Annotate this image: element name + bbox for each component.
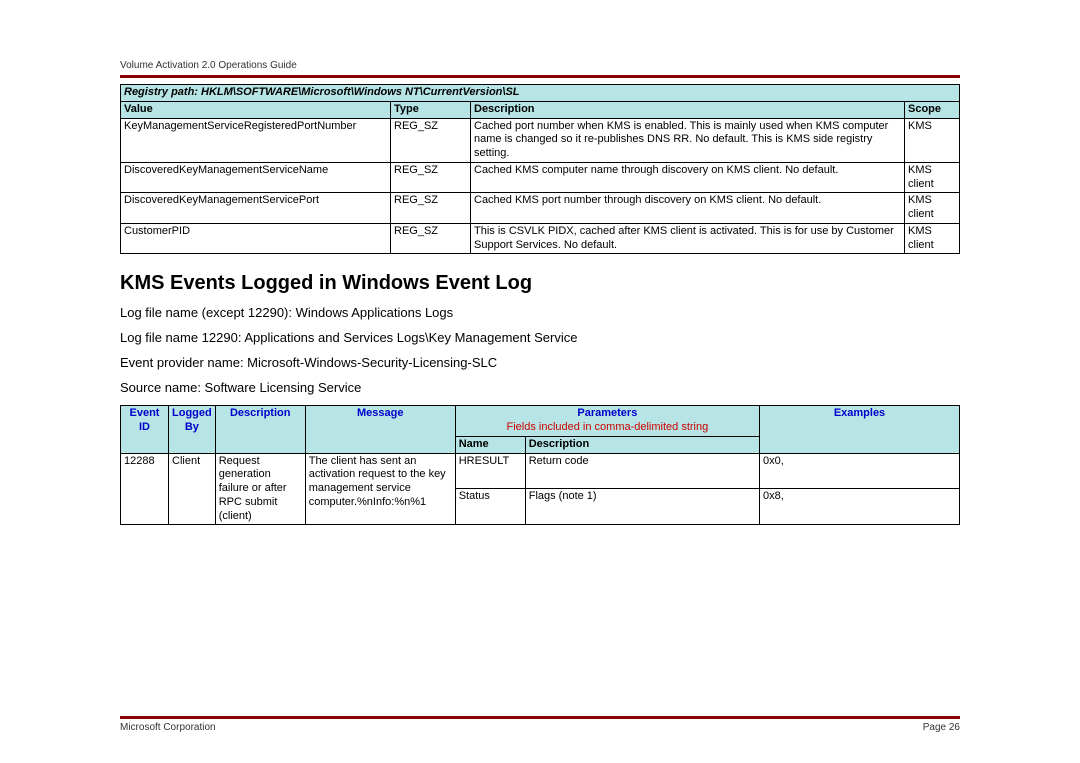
cell: KMS client <box>905 223 960 254</box>
cell: DiscoveredKeyManagementServicePort <box>121 193 391 224</box>
table-row: CustomerPID REG_SZ This is CSVLK PIDX, c… <box>121 223 960 254</box>
evt-col-pname: Name <box>455 436 525 453</box>
cell: KMS <box>905 118 960 162</box>
cell: 0x0, <box>760 453 960 489</box>
evt-col-msg: Message <box>305 406 455 453</box>
paragraph: Source name: Software Licensing Service <box>120 380 960 395</box>
evt-col-id: Event ID <box>121 406 169 453</box>
reg-col-desc: Description <box>471 101 905 118</box>
cell: HRESULT <box>455 453 525 489</box>
cell: REG_SZ <box>391 193 471 224</box>
footer-right: Page 26 <box>923 722 960 733</box>
params-sublabel: Fields included in comma-delimited strin… <box>506 421 708 433</box>
table-row: KeyManagementServiceRegisteredPortNumber… <box>121 118 960 162</box>
cell: KeyManagementServiceRegisteredPortNumber <box>121 118 391 162</box>
cell: KMS client <box>905 193 960 224</box>
evt-col-pdesc: Description <box>525 436 759 453</box>
reg-col-type: Type <box>391 101 471 118</box>
paragraph: Log file name (except 12290): Windows Ap… <box>120 305 960 320</box>
table-row: DiscoveredKeyManagementServiceName REG_S… <box>121 162 960 193</box>
cell: This is CSVLK PIDX, cached after KMS cli… <box>471 223 905 254</box>
cell: REG_SZ <box>391 162 471 193</box>
evt-col-params: Parameters Fields included in comma-deli… <box>455 406 759 437</box>
paragraph: Log file name 12290: Applications and Se… <box>120 330 960 345</box>
reg-col-value: Value <box>121 101 391 118</box>
cell: KMS client <box>905 162 960 193</box>
cell: Cached KMS port number through discovery… <box>471 193 905 224</box>
evt-col-desc: Description <box>215 406 305 453</box>
cell: Request generation failure or after RPC … <box>215 453 305 525</box>
cell: REG_SZ <box>391 223 471 254</box>
cell: Status <box>455 489 525 525</box>
reg-col-scope: Scope <box>905 101 960 118</box>
evt-col-by: Logged By <box>169 406 216 453</box>
cell: DiscoveredKeyManagementServiceName <box>121 162 391 193</box>
reg-path-row: Registry path: HKLM\SOFTWARE\Microsoft\W… <box>121 85 960 102</box>
params-label: Parameters <box>577 407 637 419</box>
cell: 12288 <box>121 453 169 525</box>
cell: REG_SZ <box>391 118 471 162</box>
cell: Flags (note 1) <box>525 489 759 525</box>
table-row: DiscoveredKeyManagementServicePort REG_S… <box>121 193 960 224</box>
footer-rule <box>120 716 960 719</box>
evt-col-examples: Examples <box>760 406 960 453</box>
cell: CustomerPID <box>121 223 391 254</box>
cell: Cached port number when KMS is enabled. … <box>471 118 905 162</box>
section-title: KMS Events Logged in Windows Event Log <box>120 272 960 295</box>
cell: 0x8, <box>760 489 960 525</box>
cell: Return code <box>525 453 759 489</box>
doc-header: Volume Activation 2.0 Operations Guide <box>120 60 960 71</box>
cell: The client has sent an activation reques… <box>305 453 455 525</box>
table-row: 12288 Client Request generation failure … <box>121 453 960 489</box>
events-table: Event ID Logged By Description Message P… <box>120 405 960 525</box>
footer-left: Microsoft Corporation <box>120 722 216 733</box>
cell: Client <box>169 453 216 525</box>
registry-table: Registry path: HKLM\SOFTWARE\Microsoft\W… <box>120 84 960 254</box>
header-rule <box>120 75 960 78</box>
paragraph: Event provider name: Microsoft-Windows-S… <box>120 355 960 370</box>
cell: Cached KMS computer name through discove… <box>471 162 905 193</box>
page-footer: Microsoft Corporation Page 26 <box>120 716 960 733</box>
